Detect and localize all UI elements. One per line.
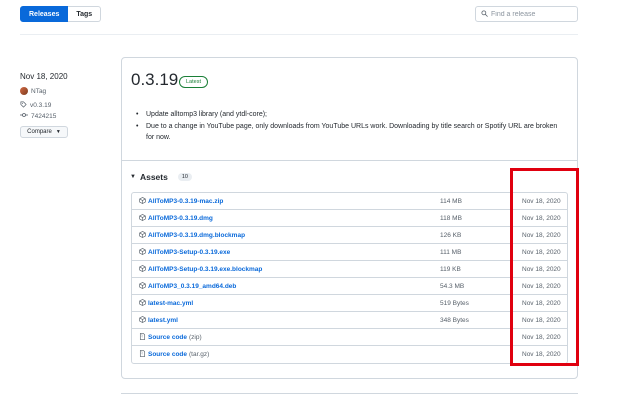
package-icon	[139, 197, 146, 204]
commit-icon	[20, 112, 28, 120]
asset-size: 118 MB	[440, 214, 462, 222]
asset-size: 119 KB	[440, 265, 461, 273]
package-icon	[139, 282, 146, 289]
highlight-box	[510, 168, 579, 366]
asset-size: 126 KB	[440, 231, 462, 239]
avatar	[20, 87, 28, 95]
package-icon	[139, 265, 146, 272]
asset-size: 54.3 MB	[440, 282, 465, 290]
asset-row[interactable]: AllToMP3_0.3.19_amd64.deb 54.3 MB Nov 18…	[132, 278, 567, 295]
asset-size: 111 MB	[440, 248, 462, 256]
asset-row[interactable]: AllToMP3-Setup-0.3.19.exe.blockmap 119 K…	[132, 261, 567, 278]
file-zip-icon	[139, 333, 146, 340]
release-title[interactable]: 0.3.19	[131, 70, 178, 90]
compare-button[interactable]: Compare ▼	[20, 126, 68, 138]
release-tabs: Releases Tags	[20, 6, 102, 22]
package-icon	[139, 231, 146, 238]
release-search[interactable]	[475, 6, 578, 22]
chevron-down-icon: ▼	[55, 129, 61, 135]
asset-row[interactable]: Source code (zip) Nov 18, 2020	[132, 329, 567, 346]
asset-size: 114 MB	[440, 197, 462, 205]
asset-link[interactable]: AllToMP3-0.3.19.dmg.blockmap	[148, 232, 245, 239]
asset-link[interactable]: AllToMP3-0.3.19.dmg	[148, 215, 213, 222]
asset-link[interactable]: Source code (zip)	[148, 334, 202, 341]
release-notes: Update alltomp3 library (and ytdl-core);…	[135, 109, 565, 144]
assets-toggle[interactable]: ▼ Assets 10	[130, 172, 192, 182]
compare-label: Compare	[27, 129, 52, 135]
commit-row[interactable]: 7424215	[20, 112, 68, 120]
asset-suffix: (zip)	[189, 333, 202, 341]
tags-tab[interactable]: Tags	[68, 6, 102, 22]
author-row[interactable]: NTag	[20, 87, 68, 95]
asset-row[interactable]: AllToMP3-0.3.19-mac.zip 114 MB Nov 18, 2…	[132, 193, 567, 210]
asset-row[interactable]: AllToMP3-0.3.19.dmg 118 MB Nov 18, 2020	[132, 210, 567, 227]
latest-badge: Latest	[179, 76, 208, 88]
release-note: Due to a change in YouTube page, only do…	[135, 121, 565, 143]
asset-size: 348 Bytes	[440, 316, 469, 324]
package-icon	[139, 299, 146, 306]
releases-tab[interactable]: Releases	[20, 6, 69, 22]
asset-row[interactable]: AllToMP3-0.3.19.dmg.blockmap 126 KB Nov …	[132, 227, 567, 244]
divider	[20, 34, 578, 35]
asset-link[interactable]: latest.yml	[148, 317, 178, 324]
asset-link[interactable]: Source code (tar.gz)	[148, 351, 209, 358]
search-icon	[481, 9, 488, 19]
assets-title: Assets	[139, 172, 168, 182]
asset-row[interactable]: Source code (tar.gz) Nov 18, 2020	[132, 346, 567, 363]
assets-list: AllToMP3-0.3.19-mac.zip 114 MB Nov 18, 2…	[131, 192, 568, 364]
package-icon	[139, 316, 146, 323]
asset-row[interactable]: latest-mac.yml 519 Bytes Nov 18, 2020	[132, 295, 567, 312]
package-icon	[139, 214, 146, 221]
asset-row[interactable]: latest.yml 348 Bytes Nov 18, 2020	[132, 312, 567, 329]
release-header: 0.3.19 Latest Update alltomp3 library (a…	[122, 58, 577, 161]
tag-row[interactable]: v0.3.19	[20, 101, 68, 110]
package-icon	[139, 248, 146, 255]
asset-link[interactable]: latest-mac.yml	[148, 300, 193, 307]
asset-link[interactable]: AllToMP3-Setup-0.3.19.exe.blockmap	[148, 266, 262, 273]
release-note: Update alltomp3 library (and ytdl-core);	[135, 109, 565, 120]
author-name[interactable]: NTag	[31, 88, 46, 95]
search-input[interactable]	[491, 10, 571, 18]
asset-link[interactable]: AllToMP3-Setup-0.3.19.exe	[148, 249, 230, 256]
file-zip-icon	[139, 350, 146, 357]
commit-hash[interactable]: 7424215	[31, 113, 56, 120]
asset-link[interactable]: AllToMP3_0.3.19_amd64.deb	[148, 283, 236, 290]
tag-icon	[20, 101, 27, 110]
asset-row[interactable]: AllToMP3-Setup-0.3.19.exe 111 MB Nov 18,…	[132, 244, 567, 261]
release-date: Nov 18, 2020	[20, 72, 68, 81]
asset-link[interactable]: AllToMP3-0.3.19-mac.zip	[148, 198, 223, 205]
asset-suffix: (tar.gz)	[189, 351, 210, 358]
assets-count: 10	[177, 173, 192, 181]
caret-down-icon: ▼	[130, 174, 136, 180]
next-release-card	[121, 393, 578, 397]
tag-label[interactable]: v0.3.19	[30, 102, 51, 109]
asset-size: 519 Bytes	[440, 299, 469, 307]
release-meta: Nov 18, 2020 NTag v0.3.19 7424215 Compar…	[20, 72, 68, 138]
